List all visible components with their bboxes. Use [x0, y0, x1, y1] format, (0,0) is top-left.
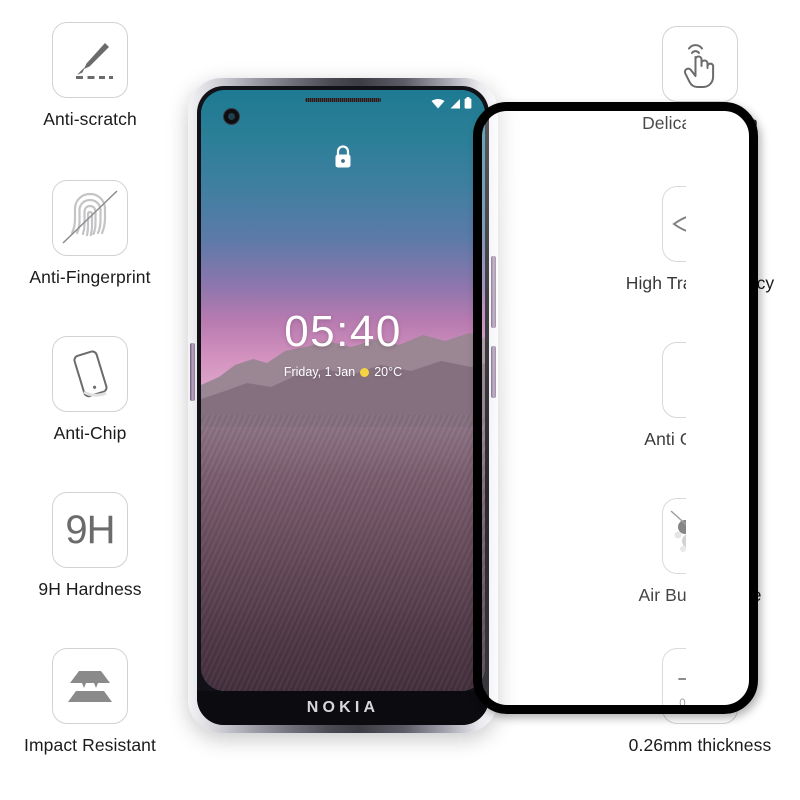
battery-icon [464, 97, 472, 109]
feature-anti-fingerprint: Anti-Fingerprint [0, 180, 180, 288]
feature-9h-hardness: 9H 9H Hardness [0, 492, 180, 600]
layered-shield-icon [52, 648, 128, 724]
sun-icon [360, 367, 370, 377]
feature-column-left: Anti-scratch Anti-Fingerprint Anti-Chip … [0, 0, 180, 800]
tilted-phone-icon [52, 336, 128, 412]
feature-label: 0.26mm thickness [628, 735, 772, 755]
signal-icon [450, 99, 460, 109]
front-camera-punch-hole [223, 108, 240, 125]
status-bar-icons [431, 97, 472, 109]
touch-hand-icon [662, 26, 738, 102]
feature-label: Anti-Chip [53, 423, 127, 443]
nine-h-icon: 9H [52, 492, 128, 568]
earpiece-speaker [305, 98, 381, 102]
clock-date: Friday, 1 Jan [283, 365, 356, 379]
clock-date-weather: Friday, 1 Jan 20°C [201, 365, 485, 379]
phone-device: 05:40 Friday, 1 Jan 20°C NOKIA [188, 78, 498, 733]
wallpaper-texture [201, 414, 485, 691]
phone-with-screen-protector: 05:40 Friday, 1 Jan 20°C NOKIA [178, 78, 758, 748]
feature-label: 9H Hardness [38, 579, 142, 599]
clock-time: 05:40 [284, 307, 402, 356]
feature-label: Anti-Fingerprint [29, 267, 151, 287]
screen-protector-overhang [686, 102, 758, 714]
clock-temperature: 20°C [374, 365, 403, 379]
fingerprint-crossed-icon [52, 180, 128, 256]
lockscreen-clock: 05:40 Friday, 1 Jan 20°C [201, 307, 485, 380]
nokia-logo: NOKIA [306, 699, 380, 716]
feature-impact-resistant: Impact Resistant [0, 648, 180, 756]
lock-icon [335, 145, 351, 168]
feature-anti-chip: Anti-Chip [0, 336, 180, 444]
nine-h-text: 9H [65, 507, 115, 552]
phone-button-right-volume[interactable] [491, 256, 496, 328]
wallpaper [201, 90, 485, 691]
feature-anti-scratch: Anti-scratch [0, 22, 180, 130]
wifi-icon [431, 99, 445, 109]
pen-scratch-icon [52, 22, 128, 98]
phone-bezel: 05:40 Friday, 1 Jan 20°C NOKIA [197, 86, 489, 725]
status-bar [201, 90, 485, 116]
phone-button-left-volume[interactable] [190, 343, 195, 401]
product-feature-collage: Anti-scratch Anti-Fingerprint Anti-Chip … [0, 0, 800, 800]
feature-label: Anti-scratch [43, 109, 137, 129]
phone-screen[interactable]: 05:40 Friday, 1 Jan 20°C [201, 90, 485, 691]
phone-chin-bezel: NOKIA [197, 691, 489, 725]
feature-label: Impact Resistant [24, 735, 156, 755]
phone-button-right-power[interactable] [491, 346, 496, 398]
